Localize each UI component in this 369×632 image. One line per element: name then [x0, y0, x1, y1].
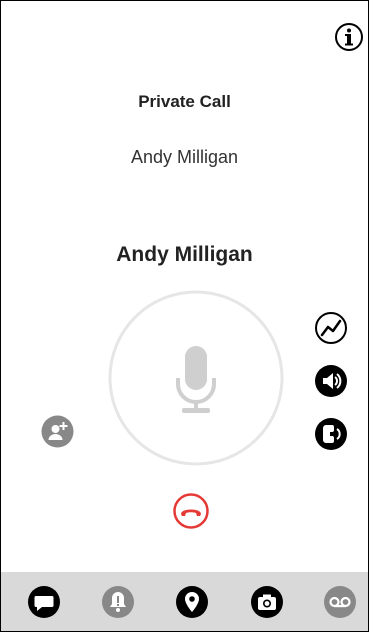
handset-icon[interactable]: [314, 417, 348, 451]
add-person-icon[interactable]: [41, 415, 74, 448]
chat-bubble-icon[interactable]: [27, 585, 61, 619]
end-call-button[interactable]: [173, 493, 209, 529]
call-screen: Private Call Andy Milligan Andy Milligan: [0, 0, 369, 632]
signal-quality-icon[interactable]: [314, 311, 348, 345]
callee-name-primary: Andy Milligan: [116, 243, 253, 266]
callee-name-secondary: Andy Milligan: [130, 147, 239, 167]
call-type-label: Private Call: [138, 92, 231, 111]
speaker-icon[interactable]: [314, 364, 348, 398]
voicemail-icon[interactable]: [323, 585, 357, 619]
location-pin-icon[interactable]: [175, 585, 209, 619]
push-to-talk-button[interactable]: [108, 290, 284, 466]
camera-icon[interactable]: [250, 585, 284, 619]
bottom-nav-bar: [1, 572, 368, 631]
info-icon[interactable]: [334, 22, 364, 52]
alert-bell-icon[interactable]: [101, 585, 135, 619]
